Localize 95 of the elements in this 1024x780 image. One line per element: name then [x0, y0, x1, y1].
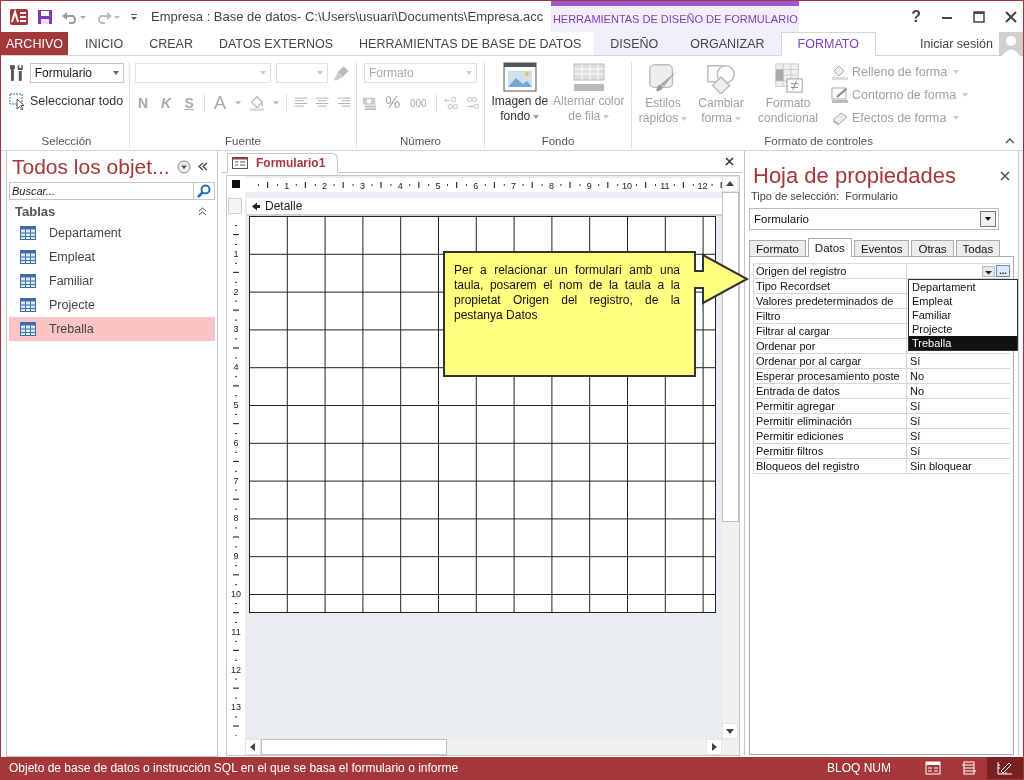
navigation-item[interactable]: Empleat — [9, 245, 215, 269]
group-header[interactable]: Tablas — [15, 204, 56, 219]
context-tools-label: HERRAMIENTAS DE DISEÑO DE FORMULARIO — [552, 13, 798, 25]
property-value[interactable]: Sí — [910, 355, 921, 367]
object-combo[interactable]: Formulario — [749, 208, 999, 230]
property-tab[interactable]: Datos — [807, 238, 852, 257]
ruler-number: 5 — [435, 181, 441, 191]
property-name[interactable]: Permitir ediciones — [754, 429, 907, 443]
property-value[interactable]: Sí — [910, 430, 921, 442]
dropdown-option[interactable]: Empleat — [909, 294, 1017, 308]
dropdown-option[interactable]: Departament — [909, 280, 1017, 294]
property-name[interactable]: Valores predeterminados de — [754, 294, 907, 308]
property-name[interactable]: Permitir filtros — [754, 444, 907, 458]
background-image-button[interactable]: Imagen de fondo — [490, 62, 550, 135]
ruler-number: 7 — [511, 181, 517, 191]
search-field[interactable]: Buscar... — [9, 182, 194, 200]
ruler-number: 10 — [622, 181, 632, 191]
property-name[interactable]: Origen del registro — [754, 264, 907, 278]
ribbon-tab[interactable]: ORGANIZAR — [674, 32, 781, 55]
ruler-number: 11 — [660, 181, 670, 191]
group-label: Fondo — [540, 135, 576, 148]
property-tab[interactable]: Formato — [749, 240, 806, 256]
dropdown-option[interactable]: Treballa — [909, 336, 1017, 350]
property-tab[interactable]: Todas — [955, 240, 1001, 256]
ruler-number: 13 — [231, 702, 241, 713]
sign-in-link[interactable]: Iniciar sesión — [920, 36, 993, 51]
property-value[interactable]: No — [910, 385, 925, 397]
property-sheet-title: Hoja de propiedades — [753, 163, 957, 189]
property-name[interactable]: Tipo Recordset — [754, 279, 907, 293]
dropdown-option[interactable]: Projecte — [909, 322, 1017, 336]
status-message: Objeto de base de datos o instrucción SQL en el que se basa el formulario o informe — [8, 761, 459, 775]
ruler-number: 10 — [231, 589, 241, 599]
navigation-item[interactable]: Familiar — [9, 269, 215, 293]
property-name[interactable]: Filtrar al cargar — [754, 324, 907, 338]
property-name[interactable]: Ordenar por — [754, 339, 907, 353]
select-all-button[interactable]: Seleccionar todo — [9, 92, 124, 110]
group-label: Selección — [40, 135, 93, 148]
ruler-number: 2 — [233, 286, 239, 297]
callout-text: Per a relacionar un formulari amb una taula, posarem el nom de la taula a la propietat Origen del registro, de la pestanya Datos — [454, 263, 680, 323]
property-value[interactable]: No — [910, 370, 925, 382]
property-tab[interactable]: Eventos — [853, 240, 910, 256]
property-name[interactable]: Filtro — [754, 309, 907, 323]
property-value[interactable]: Sí — [910, 400, 921, 412]
ruler-number: 6 — [233, 437, 239, 448]
property-name[interactable]: Ordenar por al cargar — [754, 354, 907, 368]
ruler-number: 3 — [359, 181, 365, 191]
selection-type-label: Tipo de selección: — [751, 190, 840, 202]
ribbon-tab[interactable]: DISEÑO — [594, 32, 675, 55]
dropdown-option[interactable]: Familiar — [909, 308, 1017, 322]
navigation-item[interactable]: Departament — [9, 221, 215, 245]
ribbon-tab[interactable]: HERRAMIENTAS DE BASE DE DATOS — [346, 32, 595, 55]
selection-combo[interactable]: Formulario — [29, 63, 124, 83]
ribbon-tab[interactable]: ARCHIVO — [1, 32, 68, 55]
ruler-number: 4 — [397, 181, 403, 191]
ruler-number: 8 — [233, 513, 239, 524]
property-name[interactable]: Esperar procesamiento poste — [754, 369, 907, 383]
ribbon-tab[interactable]: FORMATO — [780, 32, 876, 56]
help-button[interactable]: ? — [911, 7, 922, 26]
navigation-item[interactable]: Treballa — [9, 317, 215, 341]
ribbon-tab[interactable]: CREAR — [136, 32, 206, 55]
ruler-number: 12 — [697, 181, 708, 191]
selection-type-value: Formulario — [845, 190, 898, 202]
property-name[interactable]: Permitir agregar — [754, 399, 907, 413]
ruler-number: 1 — [233, 248, 239, 259]
property-tab[interactable]: Otras — [911, 240, 954, 256]
ruler-number: 4 — [233, 362, 239, 373]
navigation-pane-title[interactable]: Todos los objet... — [12, 154, 170, 179]
property-name[interactable]: Bloqueos del registro — [754, 459, 907, 473]
section-header[interactable]: Detalle — [247, 198, 722, 216]
ruler-number: 12 — [231, 664, 241, 675]
group-label: Fuente — [224, 135, 262, 148]
ruler-number: 3 — [233, 324, 239, 335]
property-value[interactable]: Sí — [910, 445, 921, 457]
ruler-number: 5 — [233, 400, 239, 410]
property-name[interactable]: Permitir eliminación — [754, 414, 907, 428]
ruler-number: 11 — [231, 626, 241, 637]
group-label: Formato de controles — [763, 135, 874, 148]
property-value[interactable]: Sí — [910, 415, 921, 427]
property-value[interactable]: Sin bloquear — [910, 460, 972, 472]
ruler-number: 8 — [548, 181, 554, 191]
navigation-item[interactable]: Projecte — [9, 293, 215, 317]
group-label: Número — [399, 135, 442, 148]
ruler-number: 1 — [284, 181, 290, 191]
ruler-number: 7 — [233, 475, 239, 486]
builder-button[interactable]: ... — [996, 265, 1010, 277]
ruler-number: 9 — [233, 551, 239, 562]
property-name[interactable]: Entrada de datos — [754, 384, 907, 398]
ruler-number: 2 — [322, 181, 328, 191]
ribbon-tab[interactable]: DATOS EXTERNOS — [205, 32, 347, 55]
window-title: Empresa : Base de datos- C:\Users\usuari\Documents\Empresa.acc — [151, 9, 544, 24]
document-tab[interactable]: Formulario1 — [227, 153, 339, 173]
ruler-number: 9 — [586, 181, 592, 191]
ribbon-tab[interactable]: INICIO — [71, 32, 137, 55]
ruler-number: 6 — [473, 181, 479, 191]
num-lock-indicator: BLOQ NUM — [827, 761, 891, 775]
